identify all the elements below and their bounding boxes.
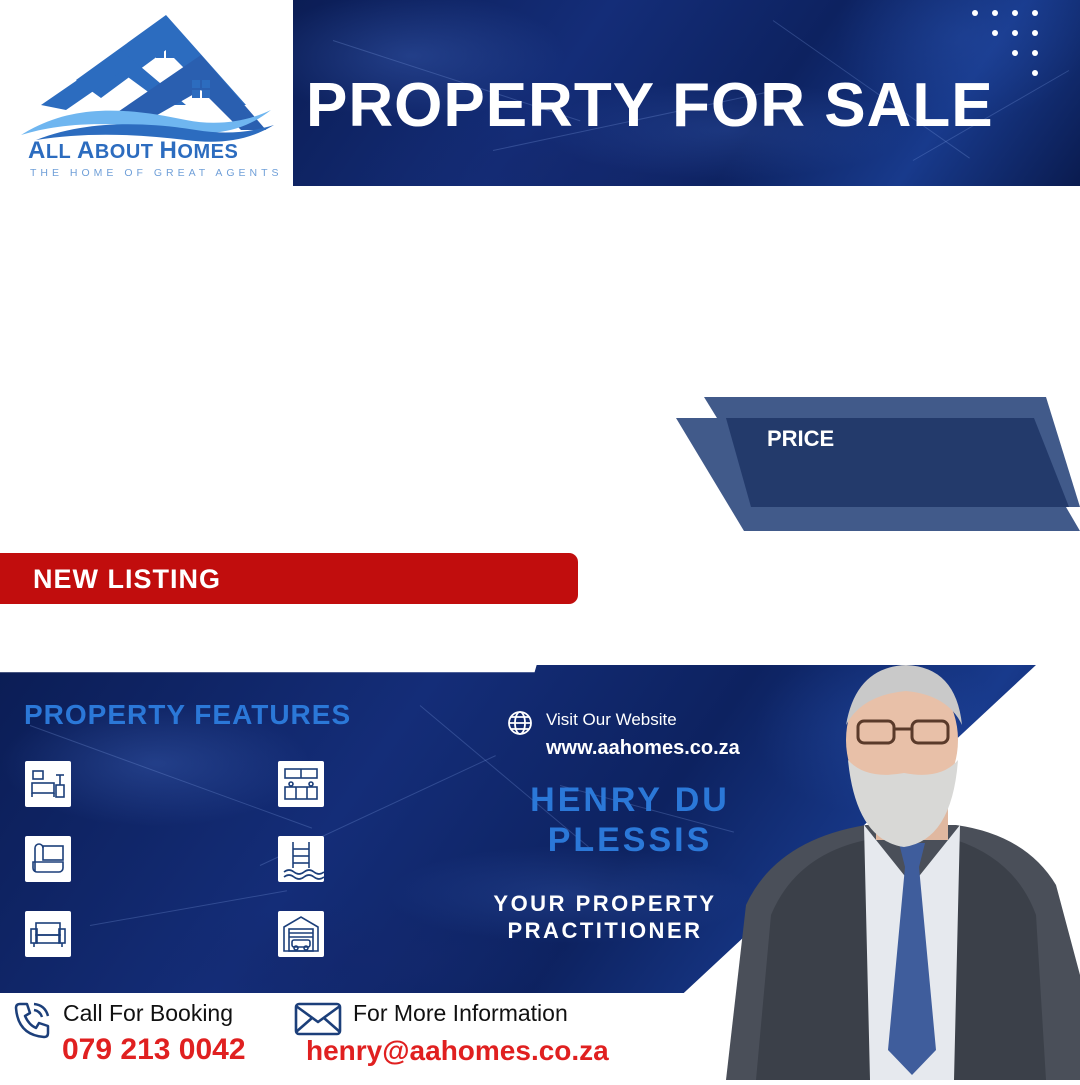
phone-number-link[interactable]: 079 213 0042 xyxy=(62,1033,246,1067)
lounge-sofa-icon xyxy=(25,911,71,957)
bedroom-icon xyxy=(25,761,71,807)
phone-icon xyxy=(12,1000,52,1040)
price-label: PRICE xyxy=(767,426,835,451)
agent-role: YOUR PROPERTY PRACTITIONER xyxy=(493,891,717,943)
globe-icon xyxy=(506,709,534,737)
pool-icon xyxy=(278,836,324,882)
price-panel xyxy=(676,397,1080,531)
new-listing-label: NEW LISTING xyxy=(33,564,221,594)
logo-tagline: THE HOME OF GREAT AGENTS xyxy=(30,167,283,179)
logo-company-name: ALL ABOUT HOMES xyxy=(28,137,239,164)
more-information-label: For More Information xyxy=(353,1000,568,1026)
email-link[interactable]: henry@aahomes.co.za xyxy=(306,1035,609,1067)
website-label: Visit Our Website xyxy=(546,710,677,729)
website-url-link[interactable]: www.aahomes.co.za xyxy=(546,737,740,760)
page-title: PROPERTY FOR SALE xyxy=(306,71,994,140)
bathroom-icon xyxy=(25,836,71,882)
call-for-booking-label: Call For Booking xyxy=(63,1000,234,1026)
features-title: PROPERTY FEATURES xyxy=(24,699,352,730)
garage-icon xyxy=(278,911,324,957)
agent-photo xyxy=(716,655,1080,1080)
mail-icon xyxy=(294,1002,342,1036)
kitchen-icon xyxy=(278,761,324,807)
